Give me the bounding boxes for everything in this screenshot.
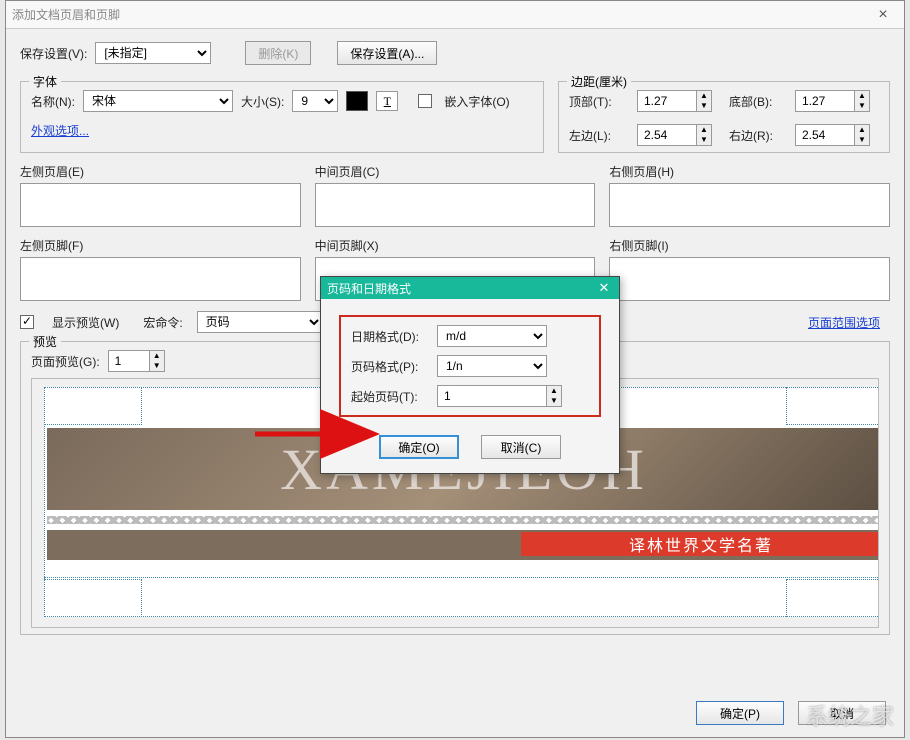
save-settings-label: 保存设置(V): [20, 45, 87, 62]
save-settings-select[interactable]: [未指定] [95, 42, 211, 64]
macro-select[interactable]: 页码 [197, 311, 323, 333]
left-footer-input[interactable] [20, 257, 301, 301]
ok-button[interactable]: 确定(P) [696, 701, 784, 725]
delete-button: 删除(K) [245, 41, 311, 65]
left-header-label: 左侧页眉(E) [20, 163, 301, 180]
font-size-label: 大小(S): [241, 93, 284, 110]
margin-legend: 边距(厘米) [567, 73, 631, 90]
date-format-select[interactable]: m/d [437, 325, 547, 347]
margin-bottom-input[interactable]: ▲▼ [795, 90, 881, 112]
show-preview-label: 显示预览(W) [52, 314, 119, 331]
margin-left-input[interactable]: ▲▼ [637, 124, 723, 146]
start-page-input[interactable]: ▲▼ [437, 385, 562, 407]
dialog-title: 添加文档页眉和页脚 [12, 6, 868, 23]
header-row: 左侧页眉(E) 中间页眉(C) 右侧页眉(H) [20, 163, 890, 227]
page-preview-input[interactable]: ▲▼ [108, 350, 165, 372]
macro-label: 宏命令: [143, 314, 182, 331]
left-footer-label: 左侧页脚(F) [20, 237, 301, 254]
margin-top-input[interactable]: ▲▼ [637, 90, 723, 112]
font-color-swatch[interactable] [346, 91, 368, 111]
page-range-link[interactable]: 页面范围选项 [808, 314, 880, 331]
sub-close-icon[interactable]: ✕ [595, 280, 613, 296]
page-format-select[interactable]: 1/n [437, 355, 547, 377]
save-settings-row: 保存设置(V): [未指定] 删除(K) 保存设置(A)... [20, 41, 890, 65]
center-footer-label: 中间页脚(X) [315, 237, 596, 254]
sub-cancel-button[interactable]: 取消(C) [481, 435, 561, 459]
margin-top-label: 顶部(T): [569, 93, 631, 110]
page-date-format-dialog: 页码和日期格式 ✕ 日期格式(D): m/d 页码格式(P): 1/n 起始页码… [320, 276, 620, 474]
margin-bottom-label: 底部(B): [729, 93, 789, 110]
embed-font-label: 嵌入字体(O) [444, 93, 509, 110]
left-header-input[interactable] [20, 183, 301, 227]
preview-redbar: 译林世界文学名著 [521, 532, 879, 556]
font-name-select[interactable]: 宋体 [83, 90, 233, 112]
sub-ok-button[interactable]: 确定(O) [379, 435, 459, 459]
page-format-label: 页码格式(P): [351, 358, 437, 375]
margin-fieldset: 边距(厘米) 顶部(T): ▲▼ 底部(B): ▲▼ 左边(L): ▲▼ 右边(… [558, 81, 890, 153]
right-footer-label: 右侧页脚(I) [609, 237, 890, 254]
font-fieldset: 字体 名称(N): 宋体 大小(S): 9 T 嵌入字体(O) 外观选项... [20, 81, 544, 153]
right-footer-input[interactable] [609, 257, 890, 301]
preview-legend: 预览 [29, 333, 61, 350]
date-format-label: 日期格式(D): [351, 328, 437, 345]
right-header-label: 右侧页眉(H) [609, 163, 890, 180]
start-page-label: 起始页码(T): [351, 388, 437, 405]
sub-title-text: 页码和日期格式 [327, 280, 411, 297]
close-icon[interactable]: × [868, 6, 898, 24]
save-as-button[interactable]: 保存设置(A)... [337, 41, 437, 65]
font-size-select[interactable]: 9 [292, 90, 338, 112]
margin-right-label: 右边(R): [729, 127, 789, 144]
sub-titlebar: 页码和日期格式 ✕ [321, 277, 619, 299]
appearance-options-link[interactable]: 外观选项... [31, 122, 89, 139]
margin-left-label: 左边(L): [569, 127, 631, 144]
cancel-button[interactable]: 取消 [798, 701, 886, 725]
page-preview-label: 页面预览(G): [31, 353, 100, 370]
titlebar: 添加文档页眉和页脚 × [6, 1, 904, 29]
font-name-label: 名称(N): [31, 93, 75, 110]
right-header-input[interactable] [609, 183, 890, 227]
highlight-frame: 日期格式(D): m/d 页码格式(P): 1/n 起始页码(T): ▲▼ [339, 315, 601, 417]
center-header-label: 中间页眉(C) [315, 163, 596, 180]
dialog-footer: 确定(P) 取消 [696, 701, 886, 725]
center-header-input[interactable] [315, 183, 596, 227]
embed-font-checkbox[interactable] [418, 94, 432, 108]
show-preview-checkbox[interactable] [20, 315, 34, 329]
font-legend: 字体 [29, 73, 61, 90]
margin-right-input[interactable]: ▲▼ [795, 124, 881, 146]
underline-button[interactable]: T [376, 91, 398, 111]
